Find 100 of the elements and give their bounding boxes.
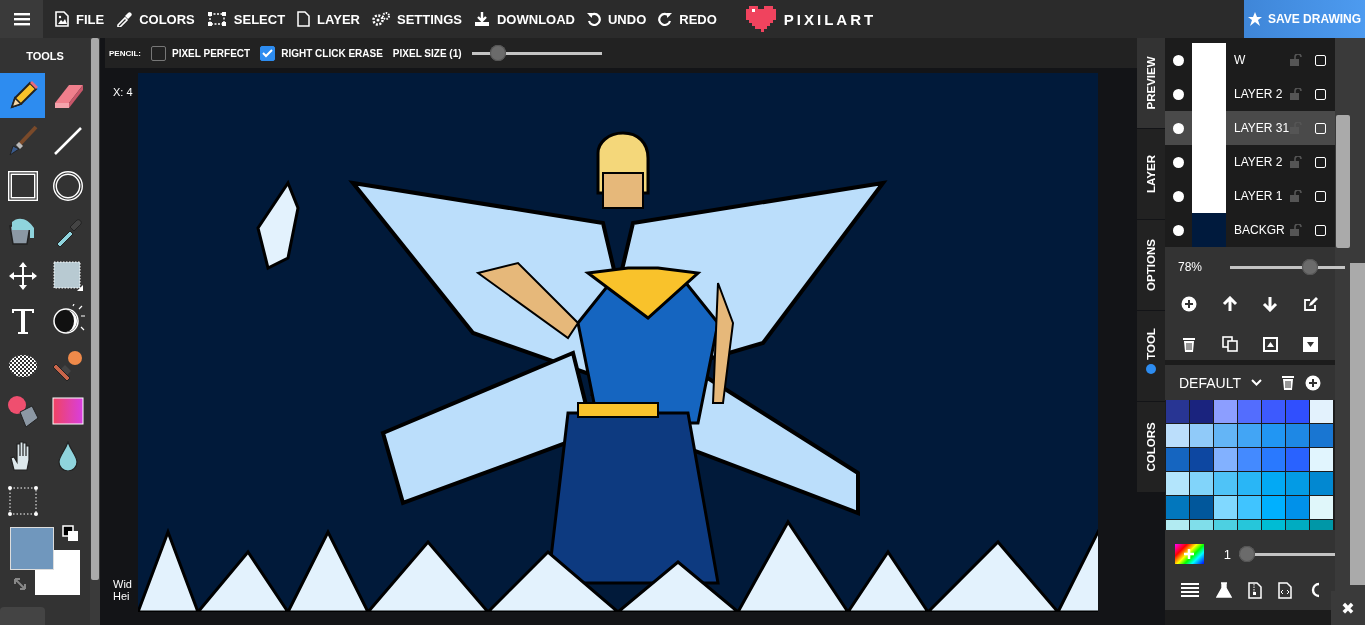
menu-item[interactable]: DOWNLOAD (468, 11, 581, 27)
color-swatch[interactable] (1166, 424, 1189, 447)
color-swatch[interactable] (1166, 472, 1189, 495)
color-swatch[interactable] (1166, 448, 1189, 471)
scrollbar-thumb[interactable] (1336, 115, 1350, 248)
width-label: Wid (113, 578, 133, 590)
color-swatch[interactable] (1190, 400, 1213, 423)
layer-checkbox[interactable] (1315, 190, 1326, 202)
color-swatch[interactable] (1286, 448, 1309, 471)
checkbox-label: RIGHT CLICK ERASE (281, 47, 383, 59)
pixel-heart-icon (745, 6, 776, 32)
add-color-button[interactable] (1175, 544, 1204, 564)
side-tab[interactable]: PREVIEW (1137, 38, 1165, 129)
layer-checkbox[interactable] (1315, 156, 1326, 168)
tool-button[interactable] (0, 73, 45, 118)
up-triangle-square-icon (1262, 336, 1278, 352)
layer-checkbox[interactable] (1315, 88, 1326, 100)
color-swatch[interactable] (1238, 448, 1261, 471)
checkmark-icon (262, 48, 274, 58)
color-swatch[interactable] (1286, 424, 1309, 447)
pixel-size-label: PIXEL SIZE (1) (392, 47, 462, 59)
color-swatch[interactable] (1310, 472, 1333, 495)
color-swatch[interactable] (1310, 424, 1333, 447)
slider-thumb[interactable] (1302, 259, 1319, 275)
document-icon (297, 11, 311, 27)
side-tab[interactable]: TOOL (1137, 311, 1165, 402)
text-icon (9, 306, 36, 335)
visibility-dot[interactable] (1173, 88, 1184, 100)
visibility-dot[interactable] (1173, 190, 1184, 202)
menu-item[interactable]: COLORS (110, 11, 201, 27)
menu-item[interactable]: LAYER (291, 11, 366, 27)
color-swatch[interactable] (1238, 400, 1261, 423)
pixel-size-slider[interactable] (471, 45, 602, 61)
color-swatch[interactable] (1190, 448, 1213, 471)
layer-checkbox[interactable] (1315, 224, 1326, 236)
height-label: Hei (113, 590, 131, 602)
panel-title: TOOLS (26, 48, 64, 64)
layer-row[interactable]: LAYER 31 (1165, 111, 1335, 145)
side-tab[interactable]: LAYER (1137, 129, 1165, 220)
copy-icon (1221, 336, 1238, 352)
menu-item[interactable]: UNDO (581, 11, 653, 27)
menu-item[interactable]: REDO (652, 11, 723, 27)
menu-button[interactable] (0, 0, 43, 38)
menu-item[interactable]: FILE (49, 11, 111, 27)
visibility-dot[interactable] (1173, 224, 1184, 236)
scrollbar-thumb[interactable] (1350, 263, 1365, 585)
brush-size-reading: 1 (1223, 546, 1231, 562)
menu-item[interactable]: SETTINGS (365, 11, 468, 27)
visibility-dot[interactable] (1173, 122, 1184, 134)
visibility-dot[interactable] (1173, 156, 1184, 168)
color-swatch[interactable] (1262, 424, 1285, 447)
layer-checkbox[interactable] (1315, 54, 1326, 66)
checkbox[interactable] (260, 45, 276, 61)
color-swatch[interactable] (1310, 400, 1333, 423)
code-file-icon (1278, 581, 1293, 599)
menu-item[interactable]: SELECT (200, 11, 292, 27)
gradient-swatch-icon (51, 396, 84, 425)
color-swatch[interactable] (1238, 424, 1261, 447)
arrow-down-icon (1262, 296, 1279, 312)
layer-checkbox[interactable] (1315, 122, 1326, 134)
color-swatch[interactable] (1214, 448, 1237, 471)
slider-thumb[interactable] (1239, 546, 1255, 562)
color-swatch[interactable] (1214, 400, 1237, 423)
color-swatch[interactable] (1286, 400, 1309, 423)
slider-thumb[interactable] (489, 45, 506, 61)
arrow-up-icon (1221, 296, 1238, 312)
color-swatch[interactable] (1238, 472, 1261, 495)
color-swatch[interactable] (1262, 472, 1285, 495)
color-swatch[interactable] (1286, 496, 1309, 519)
scrollbar-thumb[interactable] (91, 38, 99, 580)
color-swatch[interactable] (1190, 424, 1213, 447)
color-swatch[interactable] (1310, 496, 1333, 519)
color-swatch[interactable] (1262, 400, 1285, 423)
color-swatch[interactable] (1310, 448, 1333, 471)
image-file-icon (55, 11, 69, 27)
color-swatch[interactable] (1214, 472, 1237, 495)
primary-color-swatch[interactable] (10, 527, 54, 570)
lock-icon (1290, 88, 1302, 100)
color-swatch[interactable] (1214, 424, 1237, 447)
menu-icon (13, 12, 30, 26)
checkbox[interactable] (151, 45, 166, 61)
color-swatch[interactable] (1286, 472, 1309, 495)
download-icon (474, 11, 490, 27)
selection-square-icon (51, 259, 84, 292)
color-swatch[interactable] (1262, 496, 1285, 519)
side-tab[interactable]: OPTIONS (1137, 220, 1165, 311)
palette-name[interactable]: DEFAULT (1179, 374, 1241, 391)
color-swatch[interactable] (1262, 448, 1285, 471)
color-swatch[interactable] (1166, 400, 1189, 423)
color-swatch[interactable] (1190, 472, 1213, 495)
color-swatch[interactable] (1214, 496, 1237, 519)
visibility-dot[interactable] (1173, 54, 1184, 66)
side-tab[interactable]: COLORS (1137, 402, 1165, 493)
lock-icon (1290, 156, 1302, 168)
color-swatch[interactable] (1190, 496, 1213, 519)
layer-name: LAYER 2 (1234, 155, 1284, 169)
flask-icon (1215, 582, 1232, 598)
color-swatch[interactable] (1166, 496, 1189, 519)
brush-size-slider[interactable] (1239, 546, 1335, 562)
color-swatch[interactable] (1238, 496, 1261, 519)
